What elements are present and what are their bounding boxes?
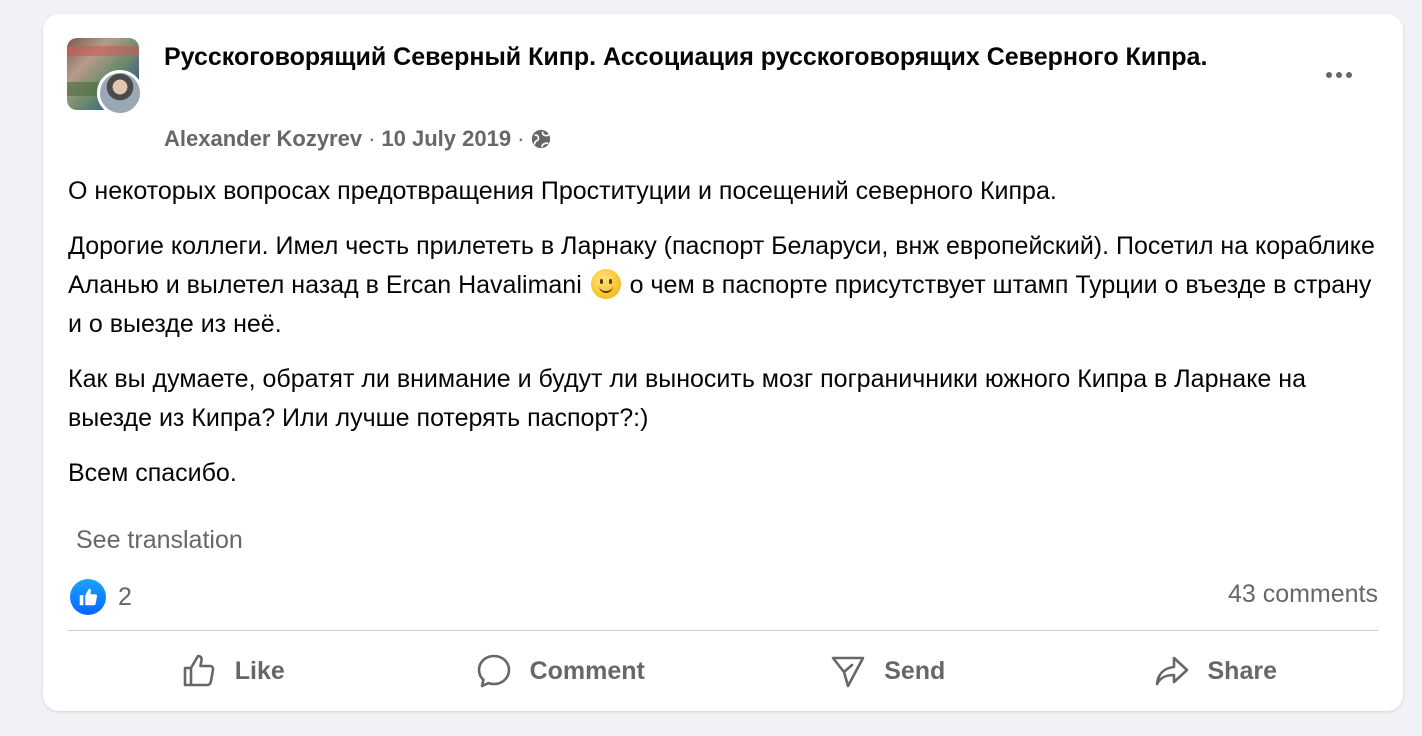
- comments-count-link[interactable]: 43 comments: [1228, 580, 1378, 609]
- share-button[interactable]: Share: [1051, 644, 1379, 698]
- meta-separator: ·: [368, 126, 376, 151]
- share-icon: [1155, 656, 1188, 686]
- divider: [68, 630, 1378, 631]
- send-button[interactable]: Send: [723, 644, 1051, 698]
- post-body: О некоторых вопросах предотвращения Прос…: [68, 172, 1388, 509]
- see-translation-link[interactable]: See translation: [76, 526, 243, 555]
- post-date-link[interactable]: 10 July 2019: [381, 126, 511, 152]
- author-avatar[interactable]: [97, 70, 143, 116]
- post-header: Русскоговорящий Северный Кипр. Ассоциаци…: [164, 40, 1244, 74]
- more-options-button[interactable]: [1319, 60, 1359, 90]
- author-name-link[interactable]: Alexander Kozyrev: [164, 126, 362, 152]
- comment-button[interactable]: Comment: [396, 644, 724, 698]
- send-icon: [831, 656, 865, 688]
- like-reaction-icon: [70, 579, 106, 615]
- reaction-count: 2: [118, 582, 132, 611]
- post-paragraph: Как вы думаете, обратят ли внимание и бу…: [68, 365, 1306, 432]
- more-dot: [1346, 72, 1352, 78]
- post-paragraph: Дорогие коллеги. Имел честь прилететь в …: [68, 227, 1388, 344]
- like-label: Like: [234, 656, 285, 685]
- comment-icon: [477, 654, 510, 688]
- globe-icon[interactable]: [530, 128, 552, 150]
- share-label: Share: [1207, 656, 1277, 685]
- post-avatar[interactable]: [67, 38, 147, 118]
- more-dot: [1336, 72, 1342, 78]
- comment-label: Comment: [529, 656, 645, 685]
- more-dot: [1326, 72, 1332, 78]
- post-card: Русскоговорящий Северный Кипр. Ассоциаци…: [43, 14, 1403, 711]
- group-name-link[interactable]: Русскоговорящий Северный Кипр. Ассоциаци…: [164, 40, 1244, 74]
- thumbs-up-icon: [183, 654, 215, 687]
- action-bar: Like Comment Send Share: [68, 644, 1378, 698]
- meta-separator-2: ·: [517, 126, 525, 151]
- slightly-smiling-face-icon: [590, 269, 621, 299]
- like-button[interactable]: Like: [68, 644, 396, 698]
- reactions-summary[interactable]: 2: [70, 579, 132, 615]
- post-meta: Alexander Kozyrev · 10 July 2019 ·: [164, 124, 552, 154]
- send-label: Send: [884, 656, 946, 685]
- post-paragraph: Всем спасибо.: [68, 459, 237, 487]
- post-paragraph: О некоторых вопросах предотвращения Прос…: [68, 177, 1057, 205]
